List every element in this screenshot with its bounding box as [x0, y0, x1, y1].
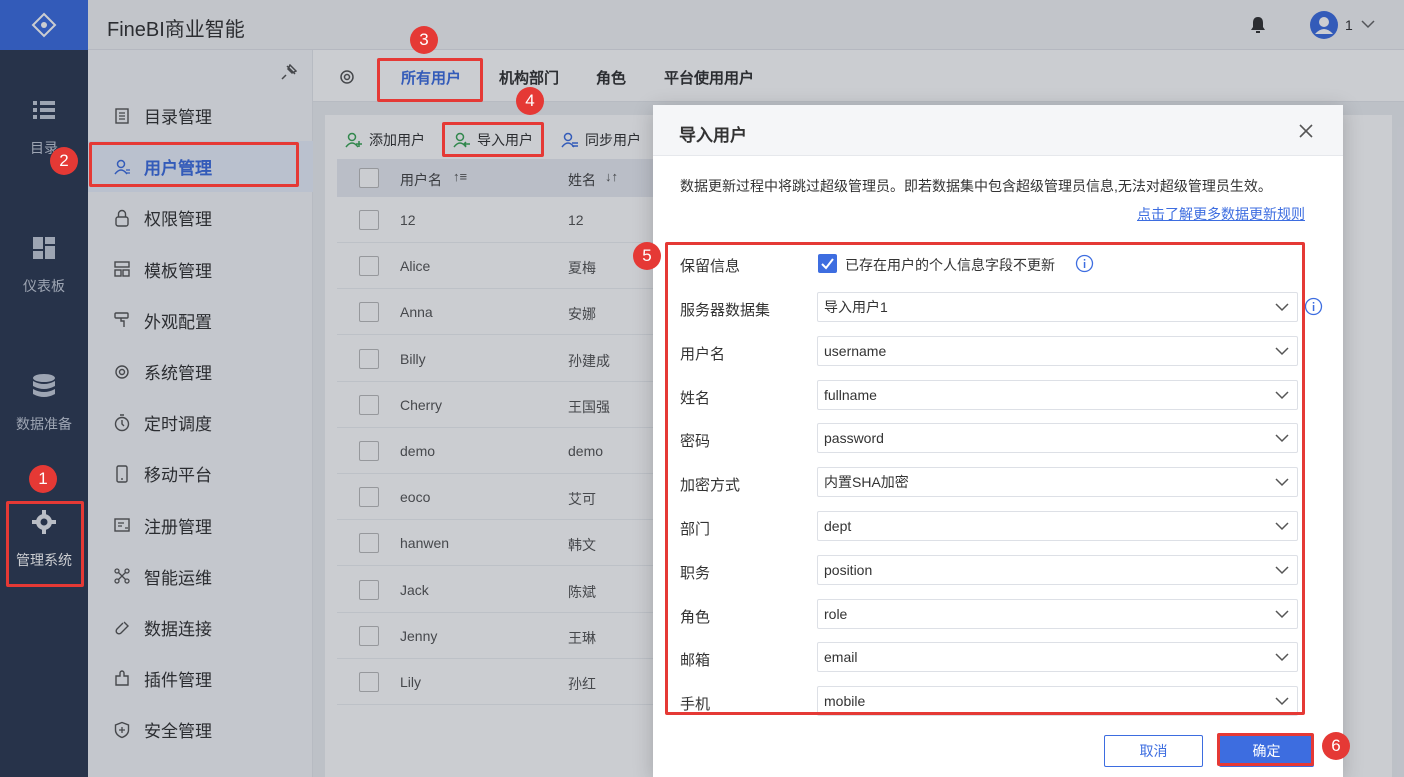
annotation-badge: 5	[633, 242, 661, 270]
annotation-box	[1217, 733, 1314, 766]
annotation-box	[6, 501, 84, 587]
annotation-badge: 4	[516, 87, 544, 115]
annotation-box	[442, 122, 544, 157]
dialog-header: 导入用户	[653, 105, 1343, 156]
cancel-button[interactable]: 取消	[1104, 735, 1203, 767]
annotation-badge: 1	[29, 465, 57, 493]
annotation-badge: 3	[410, 26, 438, 54]
dialog-title: 导入用户	[679, 126, 747, 145]
close-icon[interactable]	[1295, 120, 1317, 142]
annotation-badge: 2	[50, 147, 78, 175]
annotation-badge: 6	[1322, 732, 1350, 760]
annotation-box	[665, 242, 1305, 715]
annotation-box	[377, 58, 483, 102]
dialog-note: 数据更新过程中将跳过超级管理员。即若数据集中包含超级管理员信息,无法对超级管理员…	[680, 178, 1272, 194]
info-icon[interactable]	[1304, 297, 1323, 316]
annotation-box	[89, 142, 299, 187]
rules-link[interactable]: 点击了解更多数据更新规则	[1137, 204, 1305, 224]
